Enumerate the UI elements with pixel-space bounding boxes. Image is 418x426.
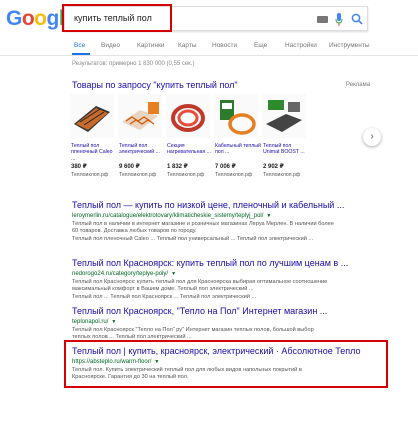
tab-images[interactable]: Картинки bbox=[137, 42, 165, 49]
caret-down-icon[interactable]: ▼ bbox=[111, 319, 116, 325]
logo-letter: o bbox=[34, 7, 47, 30]
product-name[interactable]: Секция нагревательная ... bbox=[167, 143, 213, 156]
result-title-link[interactable]: Теплый пол | купить, красноярск, электри… bbox=[72, 346, 392, 357]
result-url-text: teplonapol.ru/ bbox=[72, 319, 109, 325]
caret-down-icon[interactable]: ▼ bbox=[154, 359, 159, 365]
result-title-link[interactable]: Теплый пол Красноярск: купить теплый пол… bbox=[72, 258, 392, 269]
logo-letter: o bbox=[21, 7, 35, 30]
search-tabs: Все Видео Картинки Карты Новости Еще Нас… bbox=[0, 36, 418, 56]
logo-letter: g bbox=[46, 7, 60, 30]
shopping-title[interactable]: Товары по запросу "купить теплый пол" bbox=[72, 80, 238, 90]
search-icon[interactable] bbox=[351, 13, 363, 25]
product-store: Теплоиклоп.рф bbox=[167, 172, 205, 178]
result-stats: Результатов: примерно 1 830 000 (0,55 се… bbox=[72, 61, 195, 67]
search-result: Теплый пол Красноярск, "Тепло на Пол" Ин… bbox=[72, 306, 392, 342]
product-price: 380 ₽ bbox=[71, 164, 87, 170]
tab-more[interactable]: Еще bbox=[254, 42, 267, 49]
tab-tools[interactable]: Инструменты bbox=[329, 42, 370, 49]
tab-video[interactable]: Видео bbox=[101, 42, 120, 49]
tab-settings[interactable]: Настройки bbox=[285, 42, 317, 49]
product-store: Теплоиклоп.рф bbox=[263, 172, 301, 178]
result-url[interactable]: https://absteplo.ru/warm-floor/▼ bbox=[72, 358, 392, 367]
result-snippet: Теплый пол в наличии в интернет магазине… bbox=[72, 221, 334, 227]
product-image[interactable] bbox=[214, 94, 258, 138]
result-url-text: leroymerlin.ru/catalogue/elektrotovary/k… bbox=[72, 213, 264, 219]
mic-icon[interactable] bbox=[335, 13, 343, 26]
product-card[interactable]: Теплый пол Unimat BOOST ... 2 902 ₽ Тепл… bbox=[262, 94, 307, 184]
product-image[interactable] bbox=[118, 94, 162, 138]
product-card[interactable]: Теплый пол электрический ... 9 600 ₽ Теп… bbox=[118, 94, 163, 184]
search-result: Теплый пол Красноярск: купить теплый пол… bbox=[72, 258, 392, 301]
result-url-text: nedorogo24.ru/category/teplye-poly/ bbox=[72, 271, 169, 277]
product-name[interactable]: Теплый пол пленочный Caleo ... bbox=[71, 143, 117, 162]
product-carousel: Теплый пол пленочный Caleo ... 380 ₽ Теп… bbox=[70, 94, 370, 184]
logo-letter: G bbox=[6, 7, 22, 30]
result-title-link[interactable]: Теплый пол — купить по низкой цене, плен… bbox=[72, 200, 392, 211]
product-name[interactable]: Теплый пол Unimat BOOST ... bbox=[263, 143, 309, 156]
caret-down-icon[interactable]: ▼ bbox=[171, 271, 176, 277]
result-snippet: максимальный комфорт в Вашем доме. Теплы… bbox=[72, 286, 254, 293]
product-image[interactable] bbox=[262, 94, 306, 138]
search-result: Теплый пол — купить по низкой цене, плен… bbox=[72, 200, 392, 243]
product-name[interactable]: Кабельный теплый пол ... bbox=[215, 143, 261, 156]
product-store: Теплоиклоп.рф bbox=[119, 172, 157, 178]
query-highlight-box bbox=[62, 4, 172, 32]
product-price: 1 832 ₽ bbox=[167, 164, 188, 170]
ads-label[interactable]: Реклама bbox=[346, 82, 370, 88]
keyboard-icon[interactable] bbox=[317, 16, 328, 23]
product-image[interactable] bbox=[166, 94, 210, 138]
header: Google купить теплый пол bbox=[0, 0, 418, 36]
tab-all[interactable]: Все bbox=[74, 42, 85, 49]
product-card[interactable]: Кабельный теплый пол ... 7 006 ₽ Теплоик… bbox=[214, 94, 261, 184]
result-url[interactable]: leroymerlin.ru/catalogue/elektrotovary/k… bbox=[72, 212, 392, 221]
result-url[interactable]: nedorogo24.ru/category/teplye-poly/▼ bbox=[72, 270, 392, 279]
product-card[interactable]: Секция нагревательная ... 1 832 ₽ Теплои… bbox=[166, 94, 211, 184]
result-url[interactable]: teplonapol.ru/▼ bbox=[72, 318, 392, 327]
caret-down-icon[interactable]: ▼ bbox=[266, 213, 271, 219]
product-store: Теплоиклоп.рф bbox=[215, 172, 253, 178]
product-store: Теплоиклоп.рф bbox=[71, 172, 109, 178]
result-snippet: Красноярске. Гарантия до 30 на теплый по… bbox=[72, 374, 189, 381]
product-name[interactable]: Теплый пол электрический ... bbox=[119, 143, 165, 156]
tab-news[interactable]: Новости bbox=[212, 42, 237, 49]
search-result: Теплый пол | купить, красноярск, электри… bbox=[72, 346, 392, 382]
product-card[interactable]: Теплый пол пленочный Caleo ... 380 ₽ Теп… bbox=[70, 94, 115, 184]
result-snippet: 60 товаров. Доставка любых товаров по го… bbox=[72, 228, 197, 235]
product-price: 7 006 ₽ bbox=[215, 164, 236, 170]
product-price: 9 600 ₽ bbox=[119, 164, 140, 170]
result-url-text: https://absteplo.ru/warm-floor/ bbox=[72, 359, 152, 365]
result-title-link[interactable]: Теплый пол Красноярск, "Тепло на Пол" Ин… bbox=[72, 306, 392, 317]
active-tab-indicator bbox=[72, 53, 90, 55]
result-snippet: Теплый пол пленочный Caleo ... Теплый по… bbox=[72, 235, 314, 242]
result-snippet: Теплый пол ... Теплый пол Красноярск ...… bbox=[72, 293, 257, 300]
carousel-next-button[interactable]: › bbox=[363, 128, 381, 146]
product-price: 2 902 ₽ bbox=[263, 164, 284, 170]
tab-maps[interactable]: Карты bbox=[178, 42, 197, 49]
product-image[interactable] bbox=[70, 94, 114, 138]
